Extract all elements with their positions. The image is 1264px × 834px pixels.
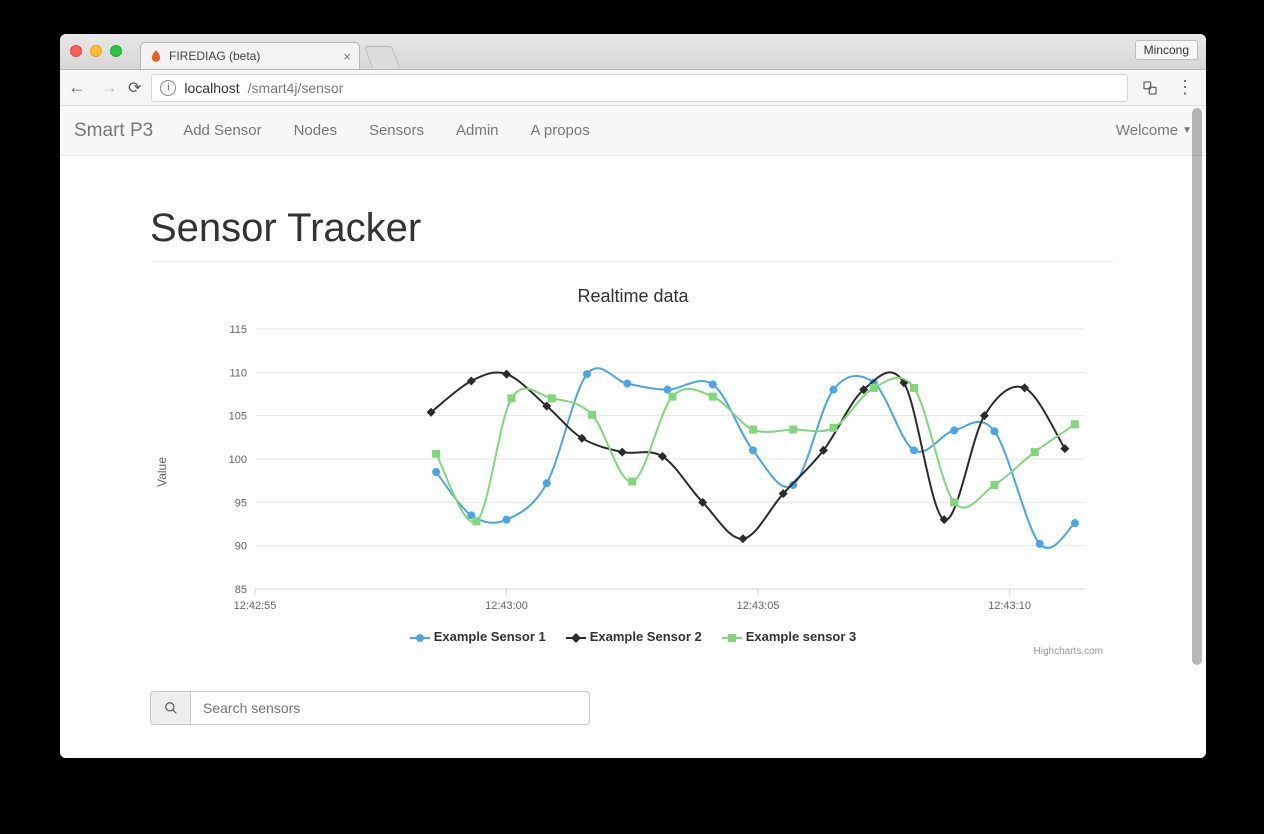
- svg-text:85: 85: [235, 584, 247, 596]
- welcome-label: Welcome: [1116, 122, 1178, 139]
- tab-strip: FIREDIAG (beta) ×: [140, 34, 396, 69]
- nav-user-menu[interactable]: Welcome ▼: [1116, 122, 1192, 139]
- svg-text:100: 100: [229, 454, 247, 466]
- search-icon: [150, 691, 190, 725]
- url-host: localhost: [184, 80, 239, 96]
- svg-text:90: 90: [235, 541, 247, 553]
- site-info-icon[interactable]: i: [160, 80, 176, 96]
- chart-title: Realtime data: [163, 286, 1103, 307]
- page-viewport: Smart P3 Add SensorNodesSensorsAdminA pr…: [60, 106, 1206, 758]
- legend-item[interactable]: Example Sensor 1: [410, 629, 546, 644]
- url-path: /smart4j/sensor: [248, 80, 344, 96]
- y-axis-label: Value: [155, 457, 169, 487]
- svg-text:12:43:00: 12:43:00: [485, 600, 528, 612]
- back-button[interactable]: ←: [68, 77, 86, 98]
- reload-button[interactable]: ⟳: [128, 78, 141, 98]
- forward-button[interactable]: →: [100, 77, 118, 98]
- nav-link[interactable]: Add Sensor: [171, 108, 273, 153]
- browser-titlebar: FIREDIAG (beta) × Mincong: [60, 34, 1206, 70]
- svg-text:12:42:55: 12:42:55: [234, 600, 277, 612]
- scrollbar-thumb[interactable]: [1192, 108, 1202, 665]
- translate-icon[interactable]: [1138, 80, 1162, 96]
- scrollbar[interactable]: [1190, 108, 1204, 756]
- page-title: Sensor Tracker: [150, 206, 1116, 262]
- nav-arrows: ← →: [68, 77, 118, 98]
- browser-tab[interactable]: FIREDIAG (beta) ×: [140, 42, 360, 69]
- app-navbar: Smart P3 Add SensorNodesSensorsAdminA pr…: [60, 106, 1206, 156]
- nav-links: Add SensorNodesSensorsAdminA propos: [171, 108, 602, 153]
- window-controls: [70, 45, 122, 57]
- svg-text:105: 105: [229, 411, 247, 423]
- nav-link[interactable]: A propos: [519, 108, 602, 153]
- svg-text:12:43:10: 12:43:10: [988, 600, 1031, 612]
- nav-link[interactable]: Sensors: [357, 108, 436, 153]
- maximize-window-button[interactable]: [110, 45, 122, 57]
- legend-item[interactable]: Example Sensor 2: [566, 629, 702, 644]
- chart-container: Realtime data Value 85909510010511011512…: [163, 286, 1103, 657]
- close-tab-icon[interactable]: ×: [343, 49, 351, 64]
- nav-link[interactable]: Nodes: [282, 108, 349, 153]
- search-group: [150, 691, 590, 725]
- svg-text:95: 95: [235, 497, 247, 509]
- chart-legend: Example Sensor 1 Example Sensor 2 Example …: [163, 629, 1103, 644]
- close-window-button[interactable]: [70, 45, 82, 57]
- tab-title: FIREDIAG (beta): [169, 49, 260, 63]
- minimize-window-button[interactable]: [90, 45, 102, 57]
- plot-area: 85 90 95 100 105 110 115 12:42:55 12:43:00 12:43:…: [207, 319, 1103, 619]
- search-input[interactable]: [190, 691, 590, 725]
- page-body: Sensor Tracker Realtime data Value 85 90 9…: [60, 156, 1206, 725]
- address-bar[interactable]: i localhost/smart4j/sensor: [151, 74, 1128, 102]
- tab-favicon-icon: [149, 49, 163, 63]
- browser-window: FIREDIAG (beta) × Mincong ← → ⟳ i localh…: [60, 34, 1206, 758]
- profile-badge[interactable]: Mincong: [1135, 40, 1198, 60]
- svg-text:12:43:05: 12:43:05: [737, 600, 780, 612]
- browser-toolbar: ← → ⟳ i localhost/smart4j/sensor ⋮: [60, 70, 1206, 106]
- svg-text:110: 110: [229, 367, 247, 379]
- brand[interactable]: Smart P3: [74, 120, 153, 142]
- new-tab-button[interactable]: [364, 46, 400, 68]
- nav-link[interactable]: Admin: [444, 108, 511, 153]
- legend-item[interactable]: Example sensor 3: [722, 629, 857, 644]
- chart-credits[interactable]: Highcharts.com: [163, 646, 1103, 657]
- chart-svg: 85 90 95 100 105 110 115 12:42:55 12:43:00 12:43:…: [207, 319, 1103, 619]
- svg-text:115: 115: [229, 324, 247, 336]
- browser-menu-icon[interactable]: ⋮: [1172, 77, 1198, 98]
